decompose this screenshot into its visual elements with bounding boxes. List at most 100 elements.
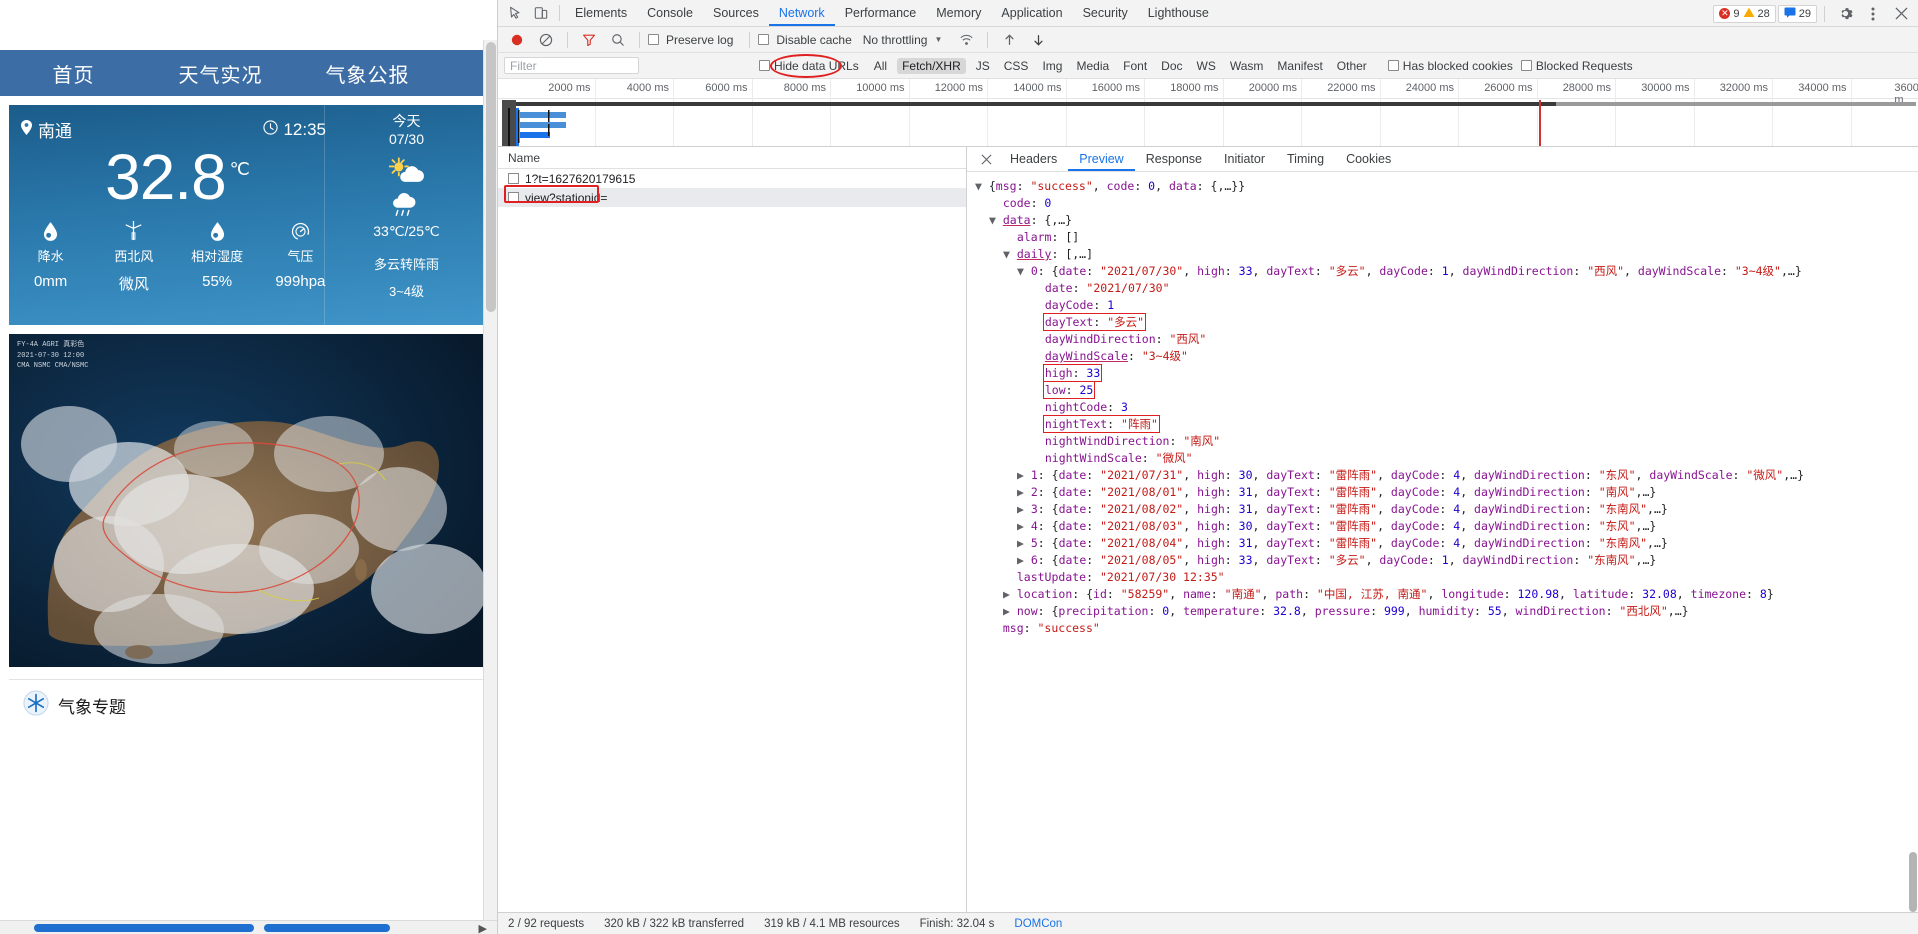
json-line[interactable]: ▶ now: {precipitation: 0, temperature: 3… xyxy=(975,603,1918,620)
json-line[interactable]: ▶ 2: {date: "2021/08/01", high: 31, dayT… xyxy=(975,484,1918,501)
json-line[interactable]: dayWindScale: "3~4级" xyxy=(975,348,1918,365)
json-line[interactable]: ▼ 0: {date: "2021/07/30", high: 33, dayT… xyxy=(975,263,1918,280)
json-line[interactable]: nightCode: 3 xyxy=(975,399,1918,416)
detail-tab-initiator[interactable]: Initiator xyxy=(1213,147,1276,171)
scroll-right-arrow-icon[interactable]: ▶ xyxy=(479,922,487,934)
json-line[interactable]: ▶ 6: {date: "2021/08/05", high: 33, dayT… xyxy=(975,552,1918,569)
filter-input[interactable]: Filter xyxy=(504,57,639,74)
page-horizontal-scrollbar-thumb-b[interactable] xyxy=(264,924,390,932)
filter-type-font[interactable]: Font xyxy=(1123,59,1147,73)
blocked-requests-checkbox[interactable] xyxy=(1520,60,1532,71)
detail-vertical-scrollbar[interactable] xyxy=(1908,170,1918,934)
nav-item-home[interactable]: 首页 xyxy=(0,59,147,88)
json-line[interactable]: date: "2021/07/30" xyxy=(975,280,1918,297)
json-line[interactable]: ▶ 1: {date: "2021/07/31", high: 30, dayT… xyxy=(975,467,1918,484)
chevron-right-icon[interactable]: ▶ xyxy=(1017,536,1031,550)
json-preview-tree[interactable]: ▼ {msg: "success", code: 0, data: {,…}} … xyxy=(967,172,1918,912)
json-line[interactable]: ▼ {msg: "success", code: 0, data: {,…}} xyxy=(975,178,1918,195)
chevron-down-icon[interactable]: ▼ xyxy=(1003,247,1017,261)
nav-item-bulletin[interactable]: 气象公报 xyxy=(294,59,441,88)
filter-type-media[interactable]: Media xyxy=(1076,59,1109,73)
json-line[interactable]: lastUpdate: "2021/07/30 12:35" xyxy=(975,569,1918,586)
column-header-name[interactable]: Name xyxy=(508,151,540,165)
issues-counter[interactable]: ✕ 9 28 xyxy=(1713,4,1776,23)
throttling-select[interactable]: No throttling xyxy=(863,33,928,47)
json-line[interactable]: ▼ data: {,…} xyxy=(975,212,1918,229)
json-line[interactable]: low: 25 xyxy=(975,381,1918,399)
row-checkbox[interactable] xyxy=(508,192,519,203)
tab-sources[interactable]: Sources xyxy=(703,0,769,26)
tab-network[interactable]: Network xyxy=(769,0,835,26)
json-line[interactable]: dayText: "多云" xyxy=(975,313,1918,331)
json-line[interactable]: ▼ daily: [,…] xyxy=(975,246,1918,263)
tab-lighthouse[interactable]: Lighthouse xyxy=(1138,0,1219,26)
kebab-menu-icon[interactable] xyxy=(1860,1,1886,27)
tab-application[interactable]: Application xyxy=(991,0,1072,26)
page-vertical-scrollbar[interactable] xyxy=(483,40,497,934)
detail-tab-preview[interactable]: Preview xyxy=(1068,147,1134,171)
filter-type-manifest[interactable]: Manifest xyxy=(1277,59,1322,73)
network-conditions-icon[interactable] xyxy=(953,27,979,53)
filter-type-wasm[interactable]: Wasm xyxy=(1230,59,1264,73)
tab-console[interactable]: Console xyxy=(637,0,703,26)
chevron-down-icon[interactable]: ▼ xyxy=(934,35,942,44)
clear-icon[interactable] xyxy=(533,27,559,53)
json-line[interactable]: ▶ location: {id: "58259", name: "南通", pa… xyxy=(975,586,1918,603)
network-timeline-overview[interactable]: 2000 ms 4000 ms 6000 ms 8000 ms 10000 ms 1200… xyxy=(498,79,1918,147)
hide-data-urls-checkbox[interactable] xyxy=(759,60,770,71)
inspect-element-icon[interactable] xyxy=(502,0,528,26)
chevron-right-icon[interactable]: ▶ xyxy=(1017,553,1031,567)
filter-type-css[interactable]: CSS xyxy=(1004,59,1029,73)
json-line[interactable]: nightWindScale: "微风" xyxy=(975,450,1918,467)
filter-type-doc[interactable]: Doc xyxy=(1161,59,1182,73)
page-horizontal-scrollbar-thumb-a[interactable] xyxy=(34,924,254,932)
tab-performance[interactable]: Performance xyxy=(835,0,927,26)
chevron-down-icon[interactable]: ▼ xyxy=(975,179,989,193)
json-line[interactable]: high: 33 xyxy=(975,364,1918,382)
filter-type-all[interactable]: All xyxy=(874,59,887,73)
json-line[interactable]: dayWindDirection: "西风" xyxy=(975,331,1918,348)
preserve-log-checkbox[interactable] xyxy=(648,34,659,45)
json-line[interactable]: nightText: "阵雨" xyxy=(975,415,1918,433)
chevron-down-icon[interactable]: ▼ xyxy=(1017,264,1031,278)
json-line[interactable]: ▶ 5: {date: "2021/08/04", high: 31, dayT… xyxy=(975,535,1918,552)
json-line[interactable]: alarm: [] xyxy=(975,229,1918,246)
chevron-down-icon[interactable]: ▼ xyxy=(989,213,1003,227)
import-har-icon[interactable] xyxy=(996,27,1022,53)
json-line[interactable]: code: 0 xyxy=(975,195,1918,212)
messages-counter[interactable]: 29 xyxy=(1777,4,1817,23)
json-line[interactable]: nightWindDirection: "南风" xyxy=(975,433,1918,450)
chevron-right-icon[interactable]: ▶ xyxy=(1017,519,1031,533)
tab-security[interactable]: Security xyxy=(1073,0,1138,26)
nav-item-live-weather[interactable]: 天气实况 xyxy=(147,59,294,88)
chevron-right-icon[interactable]: ▶ xyxy=(1017,502,1031,516)
filter-funnel-icon[interactable] xyxy=(576,27,602,53)
json-line[interactable]: dayCode: 1 xyxy=(975,297,1918,314)
gear-icon[interactable] xyxy=(1832,1,1858,27)
detail-tab-headers[interactable]: Headers xyxy=(999,147,1068,171)
table-row[interactable]: 1?t=1627620179615 xyxy=(498,169,966,188)
page-horizontal-scrollbar[interactable]: ▶ xyxy=(0,920,497,934)
close-icon[interactable] xyxy=(1888,1,1914,27)
tab-memory[interactable]: Memory xyxy=(926,0,991,26)
filter-type-js[interactable]: JS xyxy=(976,59,990,73)
json-line[interactable]: ▶ 4: {date: "2021/08/03", high: 30, dayT… xyxy=(975,518,1918,535)
chevron-right-icon[interactable]: ▶ xyxy=(1003,587,1017,601)
record-button-icon[interactable] xyxy=(504,27,530,53)
table-row[interactable]: view?stationid= xyxy=(498,188,966,207)
chevron-right-icon[interactable]: ▶ xyxy=(1017,468,1031,482)
chevron-right-icon[interactable]: ▶ xyxy=(1017,485,1031,499)
json-line[interactable]: msg: "success" xyxy=(975,620,1918,637)
detail-vertical-scrollbar-thumb[interactable] xyxy=(1909,852,1917,912)
json-line[interactable]: ▶ 3: {date: "2021/08/02", high: 31, dayT… xyxy=(975,501,1918,518)
filter-type-other[interactable]: Other xyxy=(1337,59,1367,73)
filter-type-img[interactable]: Img xyxy=(1042,59,1062,73)
has-blocked-cookies-checkbox[interactable] xyxy=(1387,60,1399,71)
search-icon[interactable] xyxy=(605,27,631,53)
filter-type-ws[interactable]: WS xyxy=(1197,59,1216,73)
export-har-icon[interactable] xyxy=(1025,27,1051,53)
close-icon[interactable] xyxy=(973,146,999,172)
detail-tab-cookies[interactable]: Cookies xyxy=(1335,147,1402,171)
row-checkbox[interactable] xyxy=(508,173,519,184)
tab-elements[interactable]: Elements xyxy=(565,0,637,26)
